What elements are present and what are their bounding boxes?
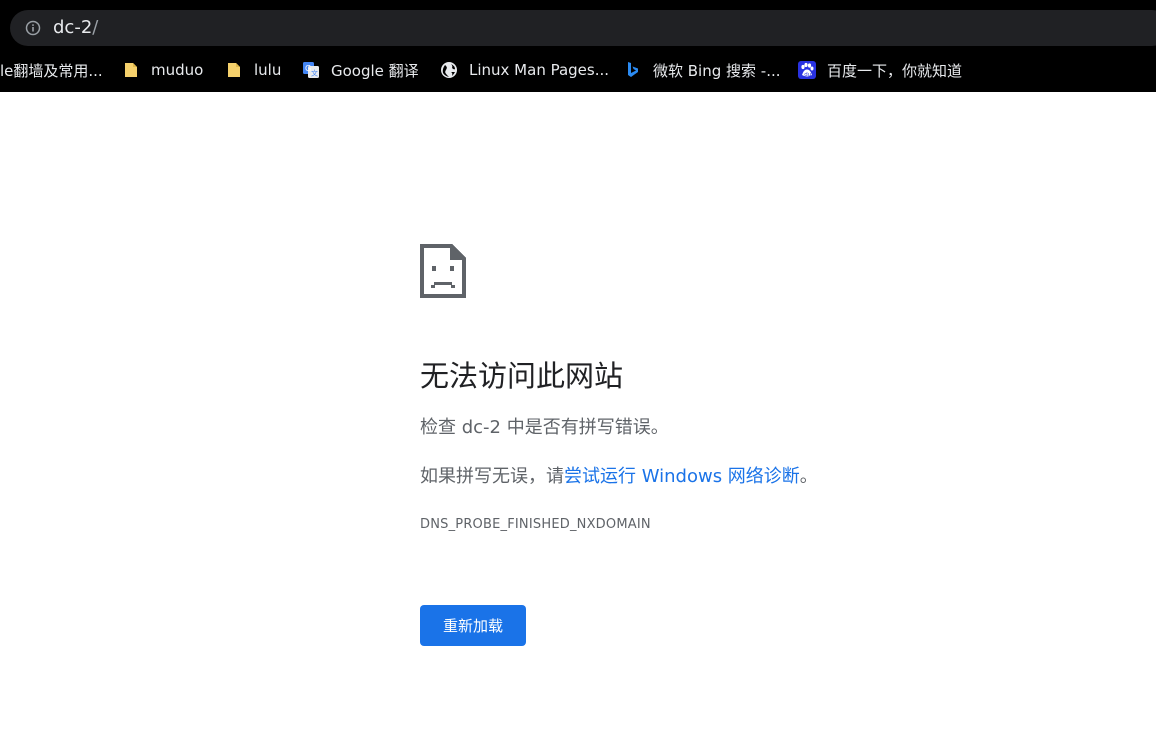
svg-text:文: 文 (311, 69, 318, 78)
bookmark-item-lulu[interactable]: lulu (225, 58, 281, 82)
address-bar[interactable]: dc-2/ (10, 10, 1156, 46)
globe-icon (441, 62, 457, 78)
bookmark-item[interactable]: le翻墙及常用... (0, 58, 103, 82)
bookmark-label: muduo (151, 61, 204, 79)
spelling-suffix: 中是否有拼写错误。 (501, 417, 669, 438)
bookmark-item-google-translate[interactable]: G 文 Google 翻译 (302, 58, 419, 82)
folder-icon (228, 63, 240, 77)
svg-text:du: du (804, 72, 811, 78)
spelling-prefix: 检查 (420, 417, 462, 438)
spelling-host: dc-2 (461, 417, 502, 438)
bookmark-label: 百度一下，你就知道 (827, 61, 963, 80)
bookmark-item-linux-man-pages[interactable]: Linux Man Pages... (440, 58, 609, 82)
url-path: / (92, 17, 99, 38)
google-translate-icon: G 文 (303, 62, 319, 78)
error-title: 无法访问此网站 (420, 359, 624, 393)
bookmark-item-bing[interactable]: 微软 Bing 搜索 -... (624, 58, 781, 82)
browser-chrome: dc-2/ le翻墙及常用... muduo lulu G 文 Google 翻… (0, 0, 1156, 92)
url-host: dc-2 (53, 17, 93, 38)
reload-button[interactable]: 重新加载 (420, 605, 526, 646)
baidu-icon: du (798, 61, 816, 79)
bookmark-label: Linux Man Pages... (469, 61, 610, 79)
bookmark-item-baidu[interactable]: du 百度一下，你就知道 (798, 58, 962, 82)
folder-icon (125, 63, 137, 77)
bookmark-label: 微软 Bing 搜索 -... (653, 61, 781, 80)
spelling-suggestion: 检查 dc-2 中是否有拼写错误。 (420, 416, 669, 440)
info-icon[interactable] (25, 20, 41, 36)
bookmark-label: lulu (254, 61, 282, 79)
diagnostics-suggestion: 如果拼写无误，请尝试运行 Windows 网络诊断。 (420, 465, 818, 489)
bookmarks-bar: le翻墙及常用... muduo lulu G 文 Google 翻译 Linu… (0, 54, 1156, 86)
bookmark-item-muduo[interactable]: muduo (122, 58, 203, 82)
diagnostics-prefix: 如果拼写无误，请 (420, 466, 564, 487)
url-text[interactable]: dc-2/ (53, 17, 98, 39)
sad-page-icon (420, 244, 466, 298)
error-code: DNS_PROBE_FINISHED_NXDOMAIN (420, 517, 651, 532)
diagnostics-link[interactable]: 尝试运行 Windows 网络诊断 (564, 466, 800, 487)
bing-icon (628, 62, 638, 77)
bookmark-label: Google 翻译 (331, 61, 419, 80)
bookmark-label: le翻墙及常用... (0, 61, 103, 80)
diagnostics-suffix: 。 (799, 466, 818, 487)
